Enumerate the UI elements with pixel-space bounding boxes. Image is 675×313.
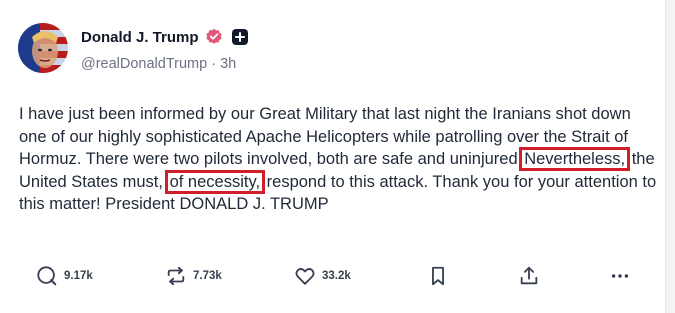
action-bar: 9.17k 7.73k 33.2k xyxy=(0,258,666,294)
repost-icon xyxy=(165,265,187,287)
reply-button[interactable]: 9.17k xyxy=(36,258,93,294)
bookmark-icon xyxy=(427,265,449,287)
avatar[interactable] xyxy=(18,23,68,73)
bookmark-button[interactable] xyxy=(427,258,449,294)
more-options-button[interactable] xyxy=(609,258,631,294)
post-text: I have just been informed by our Great M… xyxy=(19,103,659,216)
post-time[interactable]: 3h xyxy=(220,56,236,72)
author-row: Donald J. Trump xyxy=(81,28,248,46)
like-count: 33.2k xyxy=(322,270,351,282)
repost-button[interactable]: 7.73k xyxy=(165,258,222,294)
meta-separator: · xyxy=(211,56,217,72)
reply-count: 9.17k xyxy=(64,270,93,282)
repost-count: 7.73k xyxy=(193,270,222,282)
plus-badge-icon xyxy=(231,29,248,45)
author-handle[interactable]: @realDonaldTrump xyxy=(81,56,207,72)
highlight-nevertheless: Nevertheless, xyxy=(519,147,631,171)
share-icon xyxy=(518,265,540,287)
author-name[interactable]: Donald J. Trump xyxy=(81,29,199,46)
verified-badge-icon xyxy=(205,28,223,46)
heart-icon xyxy=(294,265,316,287)
post-card: Donald J. Trump @realDonaldTrump · 3h I … xyxy=(0,0,666,313)
more-icon xyxy=(609,265,631,287)
like-button[interactable]: 33.2k xyxy=(294,258,351,294)
share-button[interactable] xyxy=(518,258,540,294)
avatar-image xyxy=(18,23,68,73)
reply-icon xyxy=(36,265,58,287)
highlight-of-necessity: of necessity, xyxy=(164,169,266,194)
author-meta: @realDonaldTrump · 3h xyxy=(81,56,236,72)
